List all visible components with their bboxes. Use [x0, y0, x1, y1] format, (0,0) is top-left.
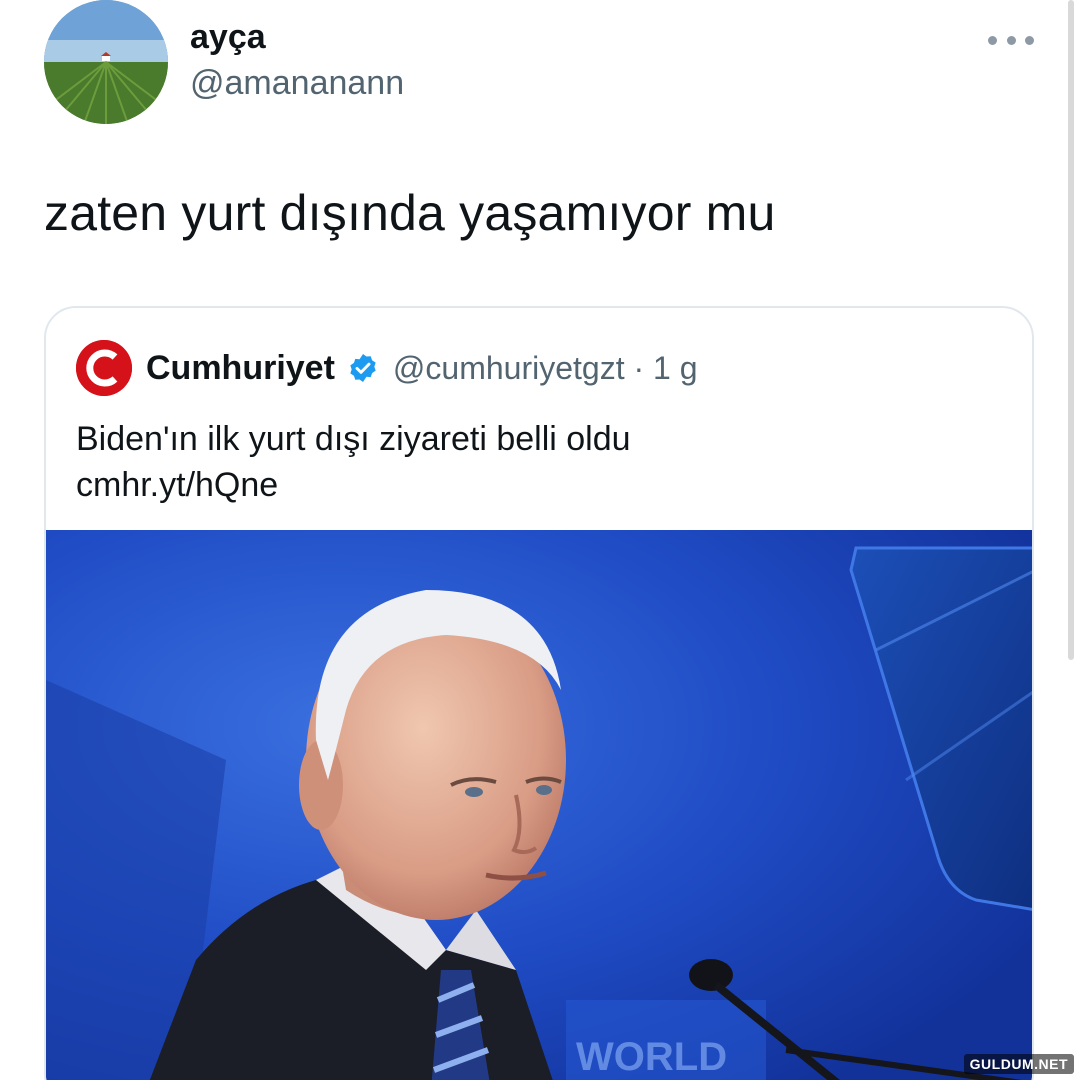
quoted-author-handle-time: @cumhuriyetgzt · 1 g	[392, 349, 698, 386]
verified-badge-icon	[350, 354, 376, 382]
watermark: GULDUM.NET	[963, 1054, 1074, 1074]
photo-overlay-text: WORLD	[576, 1035, 727, 1079]
quoted-tweet-photo[interactable]: WORLD	[46, 530, 1032, 1080]
dot	[988, 35, 997, 45]
author-handle[interactable]: @amananann	[190, 64, 404, 103]
dot	[1025, 35, 1034, 45]
quoted-tweet-link[interactable]: cmhr.yt/hQne	[76, 462, 631, 508]
tweet-screenshot: ayça @amananann zaten yurt dışında yaşam…	[0, 0, 1080, 1080]
dot	[1006, 35, 1016, 45]
quoted-tweet-headline: Biden'ın ilk yurt dışı ziyareti belli ol…	[76, 420, 631, 458]
avatar[interactable]	[44, 0, 168, 124]
quoted-tweet-card[interactable]: Cumhuriyet @cumhuriyetgzt · 1 g Biden'ın…	[44, 306, 1034, 1080]
quoted-author-name[interactable]: Cumhuriyet	[146, 349, 335, 388]
cumhuriyet-logo-icon[interactable]	[76, 340, 132, 396]
scrollbar[interactable]	[1068, 0, 1074, 660]
tweet-text: zaten yurt dışında yaşamıyor mu	[44, 185, 776, 241]
author-display-name[interactable]: ayça	[190, 18, 266, 57]
quoted-tweet-text: Biden'ın ilk yurt dışı ziyareti belli ol…	[76, 416, 631, 508]
quoted-tweet-header: Cumhuriyet @cumhuriyetgzt · 1 g	[76, 338, 698, 398]
speaker-at-podium-photo: WORLD	[46, 530, 1032, 1080]
more-options-icon[interactable]	[988, 28, 1034, 52]
field-landscape-avatar-icon	[44, 0, 168, 124]
